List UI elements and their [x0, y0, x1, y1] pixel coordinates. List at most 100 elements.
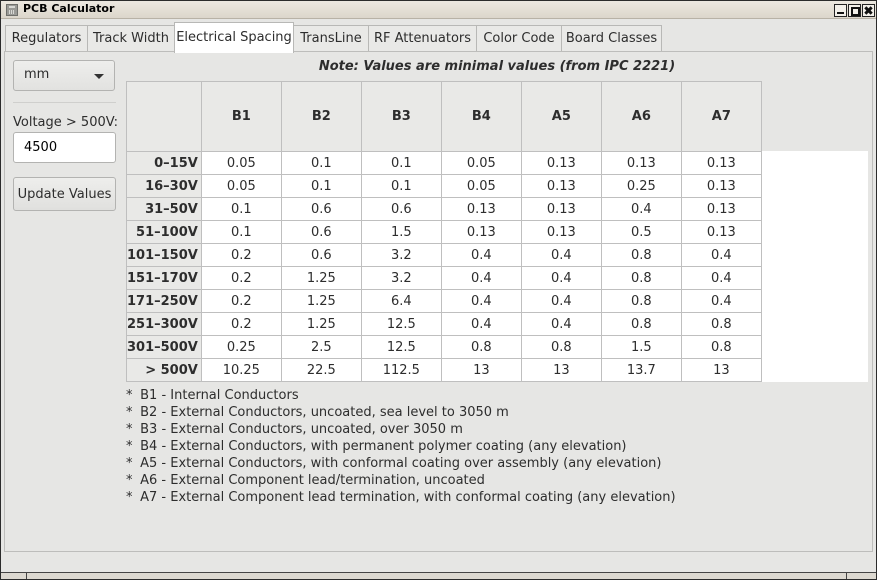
table-cell[interactable]: 0.1 — [200, 197, 282, 221]
table-cell[interactable]: 0.05 — [200, 174, 282, 198]
status-segment — [846, 573, 876, 579]
tab-board-classes[interactable]: Board Classes — [561, 25, 662, 52]
table-cell[interactable]: 0.1 — [200, 220, 282, 244]
table-cell[interactable]: 0.4 — [440, 266, 522, 290]
table-cell[interactable]: 2.5 — [280, 335, 362, 359]
table-cell[interactable]: 12.5 — [360, 335, 442, 359]
tab-regulators[interactable]: Regulators — [5, 25, 88, 52]
table-cell[interactable]: 0.13 — [600, 151, 682, 175]
update-values-button[interactable]: Update Values — [13, 177, 116, 211]
table-cell[interactable]: 0.5 — [600, 220, 682, 244]
legend-item: * B3 - External Conductors, uncoated, ov… — [126, 421, 676, 438]
table-cell[interactable]: 12.5 — [360, 312, 442, 336]
maximize-icon[interactable] — [848, 4, 861, 17]
table-cell[interactable]: 0.13 — [440, 197, 522, 221]
electrical-spacing-panel: mm Voltage > 500V: Update Values Note: V… — [4, 51, 873, 552]
table-cell[interactable]: 0.25 — [200, 335, 282, 359]
table-cell[interactable]: 22.5 — [280, 358, 362, 382]
table-cell[interactable]: 13.7 — [600, 358, 682, 382]
table-cell[interactable]: 0.4 — [680, 266, 762, 290]
row-header: 171–250V — [126, 289, 202, 313]
table-cell[interactable]: 3.2 — [360, 243, 442, 267]
table-cell[interactable]: 0.2 — [200, 289, 282, 313]
table-cell[interactable]: 0.05 — [200, 151, 282, 175]
table-cell[interactable]: 1.25 — [280, 312, 362, 336]
table-row: > 500V 10.25 22.5 112.5 13 13 13.7 13 — [126, 358, 762, 382]
table-cell[interactable]: 1.5 — [360, 220, 442, 244]
table-cell[interactable]: 0.1 — [280, 174, 362, 198]
voltage-input[interactable] — [13, 132, 116, 163]
table-cell[interactable]: 0.8 — [600, 243, 682, 267]
tab-electrical-spacing[interactable]: Electrical Spacing — [174, 22, 294, 53]
unit-select[interactable]: mm — [13, 60, 115, 91]
table-cell[interactable]: 0.8 — [600, 289, 682, 313]
table-cell[interactable]: 0.13 — [680, 174, 762, 198]
table-cell[interactable]: 0.6 — [280, 197, 362, 221]
bullet-icon: * — [126, 456, 133, 471]
table-cell[interactable]: 0.25 — [600, 174, 682, 198]
table-cell[interactable]: 13 — [440, 358, 522, 382]
table-cell[interactable]: 6.4 — [360, 289, 442, 313]
table-cell[interactable]: 0.8 — [680, 312, 762, 336]
table-cell[interactable]: 0.8 — [440, 335, 522, 359]
table-cell[interactable]: 0.4 — [440, 312, 522, 336]
chevron-down-icon — [94, 74, 104, 79]
table-cell[interactable]: 1.25 — [280, 266, 362, 290]
table-cell[interactable]: 0.8 — [600, 312, 682, 336]
table-cell[interactable]: 0.13 — [440, 220, 522, 244]
tab-color-code[interactable]: Color Code — [476, 25, 562, 52]
row-header: 51–100V — [126, 220, 202, 244]
table-cell[interactable]: 0.4 — [440, 289, 522, 313]
table-cell[interactable]: 0.6 — [280, 220, 362, 244]
table-cell[interactable]: 0.1 — [280, 151, 362, 175]
column-header-a5: A5 — [520, 81, 602, 152]
table-cell[interactable]: 0.4 — [600, 197, 682, 221]
tab-transline[interactable]: TransLine — [293, 25, 369, 52]
table-corner — [126, 81, 202, 152]
table-cell[interactable]: 0.4 — [520, 312, 602, 336]
table-cell[interactable]: 13 — [680, 358, 762, 382]
table-cell[interactable]: 0.13 — [520, 174, 602, 198]
bullet-icon: * — [126, 388, 133, 403]
table-cell[interactable]: 13 — [520, 358, 602, 382]
table-cell[interactable]: 0.1 — [360, 174, 442, 198]
tab-track-width[interactable]: Track Width — [87, 25, 175, 52]
table-cell[interactable]: 0.13 — [520, 220, 602, 244]
table-cell[interactable]: 1.5 — [600, 335, 682, 359]
table-cell[interactable]: 3.2 — [360, 266, 442, 290]
table-row: 301–500V 0.25 2.5 12.5 0.8 0.8 1.5 0.8 — [126, 335, 762, 359]
table-cell[interactable]: 0.13 — [680, 197, 762, 221]
table-cell[interactable]: 1.25 — [280, 289, 362, 313]
table-cell[interactable]: 0.13 — [520, 151, 602, 175]
table-cell[interactable]: 0.8 — [600, 266, 682, 290]
close-icon[interactable] — [862, 4, 875, 17]
title-bar[interactable]: PCB Calculator — [1, 1, 876, 19]
table-cell[interactable]: 0.8 — [680, 335, 762, 359]
window-title: PCB Calculator — [23, 2, 115, 15]
table-cell[interactable]: 0.13 — [680, 220, 762, 244]
table-cell[interactable]: 0.6 — [280, 243, 362, 267]
table-cell[interactable]: 0.4 — [520, 289, 602, 313]
legend-item: * A5 - External Conductors, with conform… — [126, 455, 676, 472]
table-cell[interactable]: 0.05 — [440, 151, 522, 175]
table-cell[interactable]: 0.13 — [520, 197, 602, 221]
table-cell[interactable]: 0.4 — [440, 243, 522, 267]
row-header: 101–150V — [126, 243, 202, 267]
minimize-icon[interactable] — [834, 4, 847, 17]
table-cell[interactable]: 0.13 — [680, 151, 762, 175]
table-cell[interactable]: 0.4 — [520, 243, 602, 267]
table-cell[interactable]: 0.4 — [680, 243, 762, 267]
table-cell[interactable]: 0.1 — [360, 151, 442, 175]
tab-rf-attenuators[interactable]: RF Attenuators — [368, 25, 477, 52]
table-cell[interactable]: 0.05 — [440, 174, 522, 198]
table-cell[interactable]: 112.5 — [360, 358, 442, 382]
table-cell[interactable]: 0.2 — [200, 243, 282, 267]
table-cell[interactable]: 0.4 — [680, 289, 762, 313]
table-cell[interactable]: 0.6 — [360, 197, 442, 221]
table-cell[interactable]: 10.25 — [200, 358, 282, 382]
table-cell[interactable]: 0.8 — [520, 335, 602, 359]
table-row: 251–300V 0.2 1.25 12.5 0.4 0.4 0.8 0.8 — [126, 312, 762, 336]
table-cell[interactable]: 0.2 — [200, 312, 282, 336]
table-cell[interactable]: 0.4 — [520, 266, 602, 290]
table-cell[interactable]: 0.2 — [200, 266, 282, 290]
